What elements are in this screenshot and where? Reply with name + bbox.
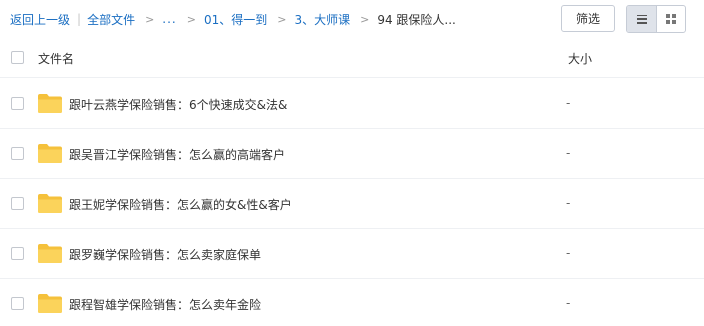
toolbar: 返回上一级 | 全部文件 > ... > 01、得一到 > 3、大师课 > 94…	[0, 0, 704, 38]
file-name[interactable]: 跟吴晋江学保险销售：怎么赢的高端客户	[69, 146, 285, 163]
file-size: -	[566, 296, 571, 310]
table-row[interactable]: 跟程智雄学保险销售：怎么卖年金险 -	[0, 279, 704, 326]
file-size: -	[566, 246, 571, 260]
file-name[interactable]: 跟罗巍学保险销售：怎么卖家庭保单	[69, 246, 261, 263]
folder-icon	[38, 244, 62, 263]
row-checkbox[interactable]	[11, 97, 24, 110]
chevron-right-icon: >	[186, 12, 196, 26]
column-header-size[interactable]: 大小	[568, 50, 592, 67]
file-size: -	[566, 96, 571, 110]
chevron-right-icon: >	[145, 12, 155, 26]
chevron-right-icon: >	[277, 12, 287, 26]
back-link[interactable]: 返回上一级	[10, 11, 70, 28]
breadcrumb: 返回上一级 | 全部文件 > ... > 01、得一到 > 3、大师课 > 94…	[10, 11, 456, 27]
breadcrumb-divider: |	[77, 12, 82, 26]
filter-button[interactable]: 筛选	[561, 5, 615, 32]
table-row[interactable]: 跟罗巍学保险销售：怎么卖家庭保单 -	[0, 229, 704, 279]
breadcrumb-current: 94 跟保险人...	[377, 12, 456, 27]
chevron-right-icon: >	[360, 12, 370, 26]
breadcrumb-ellipsis[interactable]: ...	[162, 12, 176, 26]
view-toggle	[626, 5, 686, 33]
folder-icon	[38, 194, 62, 213]
folder-icon	[38, 294, 62, 313]
list-view-button[interactable]	[627, 6, 656, 32]
row-checkbox[interactable]	[11, 297, 24, 310]
folder-icon	[38, 94, 62, 113]
breadcrumb-item-3[interactable]: 3、大师课	[294, 11, 350, 28]
select-all-checkbox[interactable]	[11, 51, 24, 64]
table-row[interactable]: 跟叶云燕学保险销售：6个快速成交&法& -	[0, 79, 704, 129]
all-files-link[interactable]: 全部文件	[87, 11, 135, 28]
file-size: -	[566, 196, 571, 210]
breadcrumb-item-01[interactable]: 01、得一到	[204, 11, 267, 28]
folder-icon	[38, 144, 62, 163]
file-name[interactable]: 跟王妮学保险销售：怎么赢的女&性&客户	[69, 196, 292, 213]
table-header: 文件名 大小	[0, 38, 704, 78]
row-checkbox[interactable]	[11, 247, 24, 260]
file-name[interactable]: 跟叶云燕学保险销售：6个快速成交&法&	[69, 96, 287, 113]
grid-icon	[666, 14, 676, 24]
row-checkbox[interactable]	[11, 197, 24, 210]
list-icon	[636, 14, 647, 24]
row-checkbox[interactable]	[11, 147, 24, 160]
file-size: -	[566, 146, 571, 160]
column-header-name[interactable]: 文件名	[38, 50, 74, 67]
table-row[interactable]: 跟王妮学保险销售：怎么赢的女&性&客户 -	[0, 179, 704, 229]
table-row[interactable]: 跟吴晋江学保险销售：怎么赢的高端客户 -	[0, 129, 704, 179]
file-name[interactable]: 跟程智雄学保险销售：怎么卖年金险	[69, 296, 261, 313]
grid-view-button[interactable]	[656, 6, 685, 32]
